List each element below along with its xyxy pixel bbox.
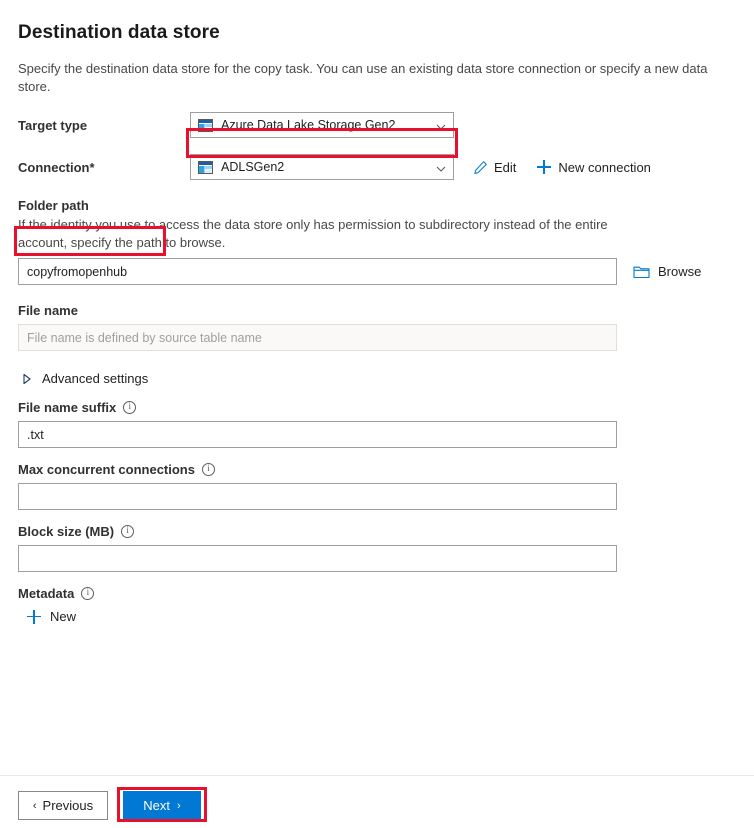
file-name-suffix-label: File name suffix [18,400,736,415]
folder-path-row: copyfromopenhub Browse [18,258,736,285]
block-size-input[interactable] [18,545,617,572]
block-size-field: Block size (MB) [18,524,736,572]
folder-path-input[interactable]: copyfromopenhub [18,258,617,285]
max-concurrent-connections-input[interactable] [18,483,617,510]
advanced-settings-label: Advanced settings [42,371,148,386]
advanced-settings-toggle[interactable]: Advanced settings [18,371,736,386]
info-icon[interactable] [81,587,94,600]
chevron-down-icon [436,164,445,173]
folder-path-value: copyfromopenhub [27,265,127,279]
metadata-label: Metadata [18,586,736,601]
max-concurrent-connections-field: Max concurrent connections [18,462,736,510]
target-type-label: Target type [18,118,190,133]
page-title: Destination data store [18,20,736,46]
folder-path-label: Folder path [18,198,736,213]
plus-icon [27,610,41,624]
connection-commands: Edit New connection [472,159,671,175]
connection-value: ADLSGen2 [221,160,284,174]
plus-icon [536,159,552,175]
connection-row: Connection* ADLSGen2 [18,154,736,180]
metadata-new-label: New [50,609,76,624]
chevron-right-triangle-icon [22,373,32,385]
block-size-label: Block size (MB) [18,524,736,539]
connection-label: Connection* [18,160,190,175]
browse-button[interactable]: Browse [633,264,701,279]
previous-button[interactable]: ‹ Previous [18,791,108,820]
info-icon[interactable] [202,463,215,476]
file-name-placeholder: File name is defined by source table nam… [27,331,262,345]
info-icon[interactable] [121,525,134,538]
metadata-field: Metadata New [18,586,736,624]
chevron-right-icon: › [177,800,181,812]
file-name-suffix-input[interactable]: .txt [18,421,617,448]
azure-data-lake-storage-icon [198,119,213,132]
pencil-icon [472,159,488,175]
file-name-suffix-field: File name suffix .txt [18,400,736,448]
chevron-left-icon: ‹ [33,800,37,812]
target-type-value: Azure Data Lake Storage Gen2 [221,118,395,132]
page-description: Specify the destination data store for t… [18,60,736,96]
next-button[interactable]: Next › [123,791,201,820]
max-concurrent-connections-label-text: Max concurrent connections [18,462,195,477]
new-connection-button[interactable]: New connection [536,159,651,175]
new-connection-label: New connection [558,160,651,175]
previous-button-label: Previous [43,798,94,813]
chevron-down-icon [436,122,445,131]
target-type-row: Target type Azure Data Lake Storage Gen2 [18,112,736,138]
browse-label: Browse [658,264,701,279]
file-name-suffix-label-text: File name suffix [18,400,116,415]
azure-data-lake-storage-icon [198,161,213,174]
file-name-label: File name [18,303,736,318]
connection-dropdown[interactable]: ADLSGen2 [190,154,454,180]
metadata-new-button[interactable]: New [27,609,736,624]
wizard-footer: ‹ Previous Next › [0,775,754,828]
block-size-label-text: Block size (MB) [18,524,114,539]
folder-path-help: If the identity you use to access the da… [18,216,618,252]
target-type-dropdown[interactable]: Azure Data Lake Storage Gen2 [190,112,454,138]
file-name-suffix-value: .txt [27,428,44,442]
max-concurrent-connections-label: Max concurrent connections [18,462,736,477]
file-name-input[interactable]: File name is defined by source table nam… [18,324,617,351]
next-button-label: Next [143,798,170,813]
folder-icon [633,264,650,279]
required-marker: * [90,160,95,175]
edit-connection-label: Edit [494,160,516,175]
destination-data-store-pane: Destination data store Specify the desti… [0,0,754,770]
connection-label-text: Connection [18,160,90,175]
edit-connection-button[interactable]: Edit [472,159,516,175]
info-icon[interactable] [123,401,136,414]
metadata-label-text: Metadata [18,586,74,601]
